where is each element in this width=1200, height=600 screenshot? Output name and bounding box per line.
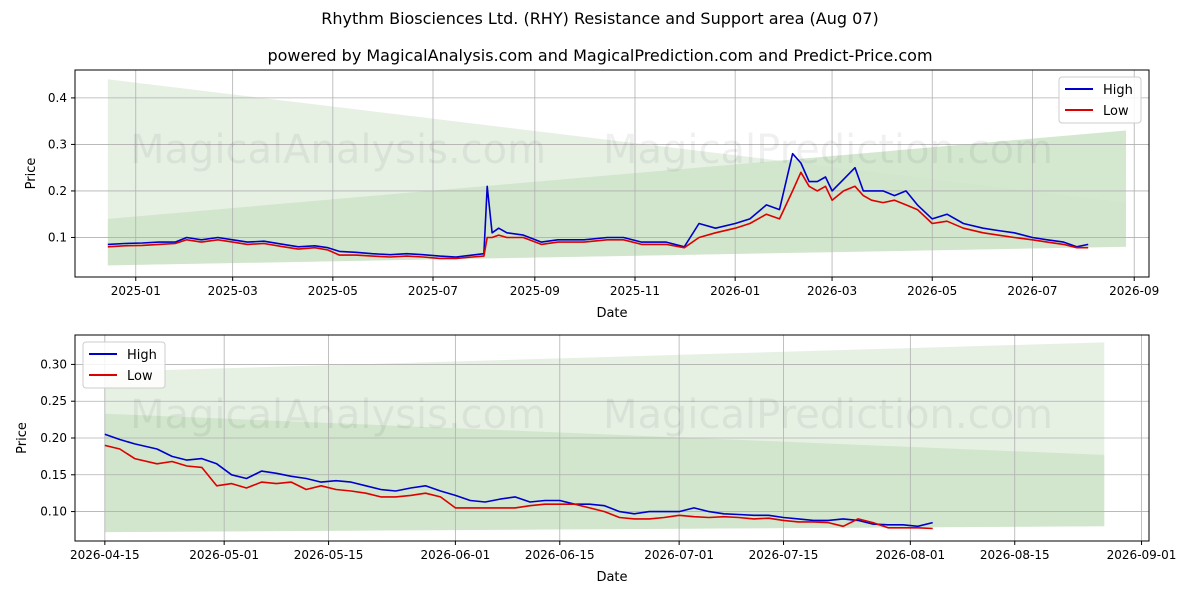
figure: 2025-01 2025-03 2025-05 2025-07 2025-09 2025-… bbox=[15, 69, 1177, 585]
x-tick-label: 2026-09-01 bbox=[1107, 548, 1177, 562]
x-tick-label: 2025-11 bbox=[610, 284, 660, 298]
x-tick-label: 2026-07-01 bbox=[644, 548, 714, 562]
y-axis-label: Price bbox=[15, 422, 30, 454]
y-tick-label: 0.30 bbox=[40, 357, 67, 371]
chart-panel-1: 2025-01 2025-03 2025-05 2025-07 2025-09 2025-… bbox=[24, 69, 1159, 321]
x-tick-label: 2026-06-15 bbox=[525, 548, 595, 562]
legend: High Low bbox=[1058, 76, 1142, 124]
legend: High Low bbox=[82, 341, 166, 389]
watermark-text: MagicalPrediction.com bbox=[603, 127, 1053, 173]
x-tick-label: 2025-09 bbox=[510, 284, 560, 298]
x-tick-label: 2026-05-01 bbox=[189, 548, 259, 562]
y-tick-label: 0.20 bbox=[40, 431, 67, 445]
x-tick-label: 2025-05 bbox=[308, 284, 358, 298]
y-tick-label: 0.1 bbox=[48, 230, 67, 244]
x-tick-label: 2026-04-15 bbox=[70, 548, 140, 562]
legend-label-high: High bbox=[127, 348, 157, 363]
x-tick-label: 2026-06-01 bbox=[421, 548, 491, 562]
x-tick-label: 2026-05-15 bbox=[294, 548, 364, 562]
watermark-text: MagicalPrediction.com bbox=[603, 392, 1053, 438]
y-axis-label: Price bbox=[24, 158, 39, 190]
x-tick-label: 2026-03 bbox=[807, 284, 857, 298]
x-tick-label: 2026-01 bbox=[710, 284, 760, 298]
x-tick-label: 2026-08-01 bbox=[875, 548, 945, 562]
x-tick-label: 2026-09 bbox=[1109, 284, 1159, 298]
x-tick-label: 2026-08-15 bbox=[980, 548, 1050, 562]
chart-panel-2: 2026-04-15 2026-05-01 2026-05-15 2026-06-01… bbox=[15, 334, 1177, 585]
x-tick-label: 2025-07 bbox=[408, 284, 458, 298]
y-tick-label: 0.10 bbox=[40, 505, 67, 519]
legend-label-high: High bbox=[1103, 83, 1133, 98]
x-axis-label: Date bbox=[596, 570, 627, 585]
y-tick-label: 0.25 bbox=[40, 394, 67, 408]
x-tick-label: 2025-01 bbox=[111, 284, 161, 298]
x-tick-label: 2026-05 bbox=[907, 284, 957, 298]
y-tick-label: 0.15 bbox=[40, 468, 67, 482]
y-tick-label: 0.3 bbox=[48, 137, 67, 151]
y-tick-label: 0.2 bbox=[48, 184, 67, 198]
watermark-text: MagicalAnalysis.com bbox=[130, 127, 546, 173]
x-tick-label: 2026-07-15 bbox=[749, 548, 819, 562]
x-tick-label: 2026-07 bbox=[1007, 284, 1057, 298]
legend-label-low: Low bbox=[1103, 104, 1129, 119]
x-tick-label: 2025-03 bbox=[208, 284, 258, 298]
watermark-text: MagicalAnalysis.com bbox=[130, 392, 546, 438]
y-tick-label: 0.4 bbox=[48, 91, 67, 105]
x-axis-label: Date bbox=[596, 306, 627, 321]
legend-label-low: Low bbox=[127, 369, 153, 384]
